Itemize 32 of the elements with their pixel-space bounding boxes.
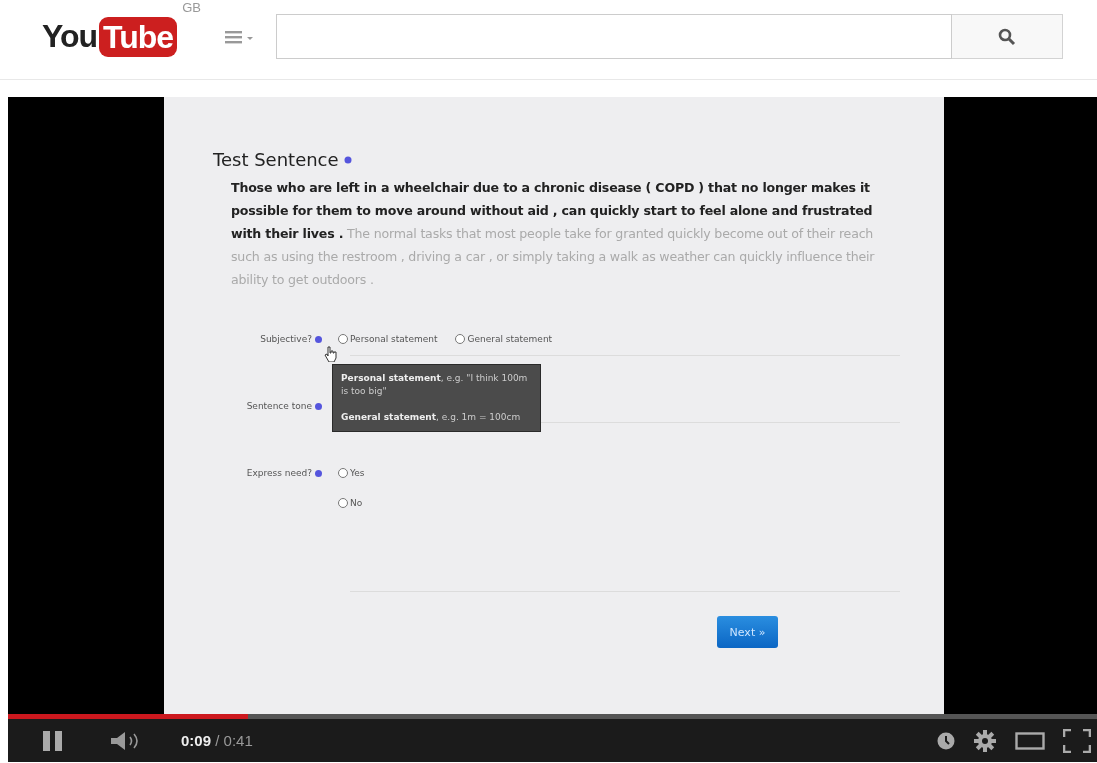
search-icon: [997, 27, 1016, 46]
menu-icon[interactable]: [224, 28, 255, 45]
radio-button[interactable]: [338, 468, 348, 478]
radio-button[interactable]: [455, 334, 466, 344]
info-icon[interactable]: [343, 155, 352, 164]
test-sentence: Those who are left in a wheelchair due to a chronic disease ( COPD ) that no longer makes it possible for them to move around without aid , can quickly start to feel alone and frustrated with their lives . The normal tasks that most people take for granted quickly become out of their reach such as using the restroom , driving a car , or simply taking a walk as weather can quickly influence their ability to get outdoors .: [231, 179, 876, 289]
radio-option[interactable]: General statement: [455, 331, 553, 347]
radio-option[interactable]: Personal statement: [338, 331, 438, 347]
radio-option[interactable]: No: [338, 495, 365, 511]
question-label: Sentence tone: [246, 401, 312, 411]
fullscreen-icon[interactable]: [1063, 728, 1091, 753]
tooltip-text: Personal statement, e.g. "I think 100m is too big": [341, 372, 529, 398]
question-label: Subjective?: [260, 334, 312, 344]
next-button[interactable]: Next »: [717, 616, 778, 648]
pause-icon[interactable]: [42, 729, 64, 752]
search-field[interactable]: [275, 14, 952, 59]
tooltip-text: General statement, e.g. 1m = 100cm: [341, 411, 522, 424]
theater-mode-icon[interactable]: [1015, 731, 1045, 750]
current-time: 0:09: [181, 732, 212, 749]
page-title: Test Sentence: [213, 149, 339, 170]
radio-button[interactable]: [338, 498, 348, 508]
info-icon[interactable]: [315, 402, 322, 410]
question-label: Express need?: [246, 468, 312, 478]
radio-button[interactable]: [338, 334, 348, 344]
duration: / 0:41: [215, 732, 253, 749]
radio-option[interactable]: Yes: [338, 465, 365, 481]
hand-cursor-icon: [324, 346, 338, 362]
info-icon[interactable]: [315, 335, 322, 343]
settings-icon[interactable]: [973, 728, 997, 753]
region-label: GB: [182, 0, 201, 15]
info-icon[interactable]: [315, 469, 322, 477]
clock-icon[interactable]: [937, 731, 955, 750]
